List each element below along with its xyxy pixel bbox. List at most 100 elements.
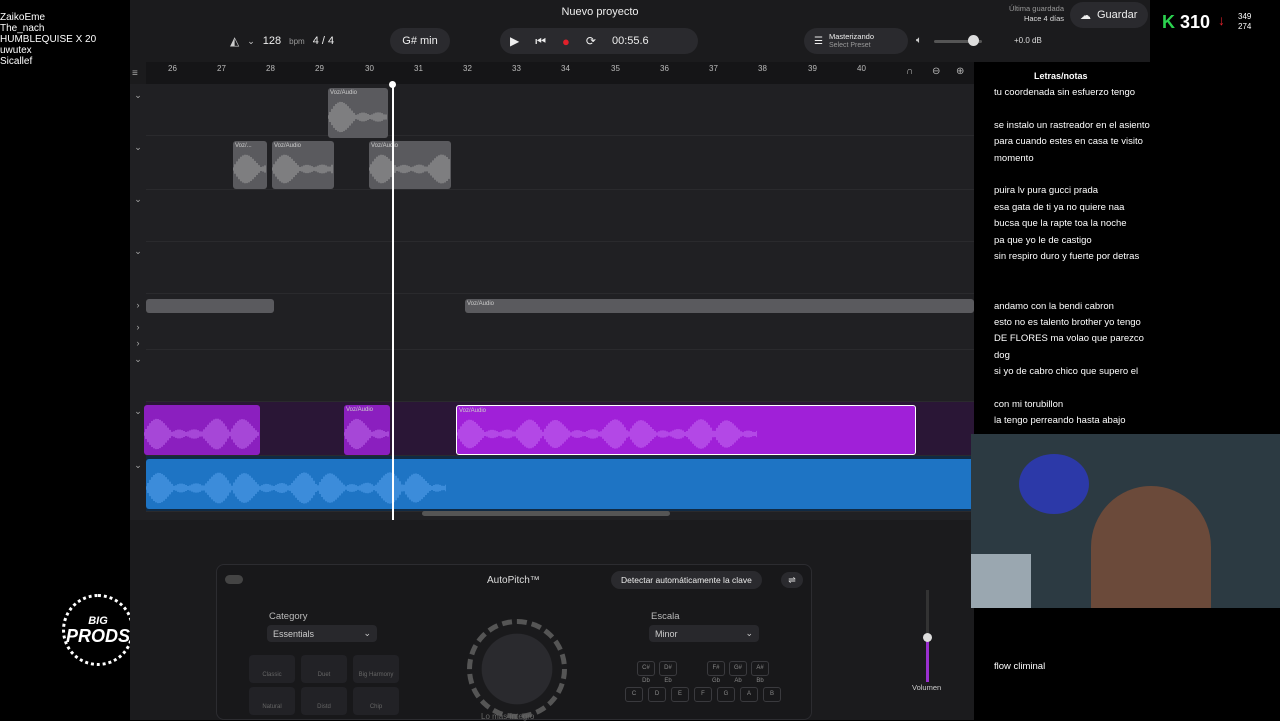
- loop-icon[interactable]: ⟳: [586, 34, 596, 48]
- metronome-icon[interactable]: ◭: [230, 34, 239, 48]
- preset-tile[interactable]: Classic: [249, 655, 295, 683]
- track-row[interactable]: [146, 84, 974, 136]
- track-expand-icon[interactable]: ⌄: [130, 354, 146, 365]
- track-row[interactable]: [146, 136, 974, 190]
- autopitch-title: AutoPitch™: [487, 575, 540, 586]
- ruler-mark: 29: [315, 64, 324, 73]
- chat-user: HUMBLEQUISE X 20: [0, 34, 97, 45]
- key-button[interactable]: D# Eb: [659, 661, 677, 684]
- kick-logo-icon: K: [1162, 12, 1175, 32]
- project-title: Nuevo proyecto: [561, 6, 639, 18]
- preset-tile[interactable]: Duet: [301, 655, 347, 683]
- vocal-clip-selected[interactable]: Voz/Audio: [456, 405, 916, 455]
- preset-tile[interactable]: Big Harmony: [353, 655, 399, 683]
- preset-tile[interactable]: Distd: [301, 687, 347, 715]
- audio-clip[interactable]: Voz/Audio: [272, 141, 334, 189]
- cloud-upload-icon: ☁: [1080, 9, 1091, 22]
- clip-label: Voz/Audio: [330, 90, 358, 96]
- key-button[interactable]: F# Gb: [707, 661, 725, 684]
- master-volume-handle[interactable]: [968, 35, 979, 46]
- settings-sliders-icon[interactable]: ⇌: [781, 572, 803, 588]
- category-select[interactable]: Essentials ⌄: [267, 625, 377, 642]
- clip-label: Voz/Audio: [467, 301, 495, 307]
- lyrics-title: Letras/notas: [1034, 71, 1088, 81]
- stream-overlay-left: ZaikoEme The_nach HUMBLEQUISE X 20 uwute…: [0, 0, 134, 720]
- bypass-toggle[interactable]: [225, 575, 243, 584]
- key-button[interactable]: D: [648, 687, 666, 702]
- ruler-mark: 39: [808, 64, 817, 73]
- key-button[interactable]: G: [717, 687, 735, 702]
- mastering-button[interactable]: ☰ Masterizando Select Preset: [804, 28, 908, 54]
- play-icon[interactable]: ▶: [510, 34, 519, 48]
- detect-key-label: Detectar automáticamente la clave: [621, 575, 752, 585]
- preset-tile[interactable]: Chip: [353, 687, 399, 715]
- track-collapse-icon[interactable]: ›: [130, 300, 146, 310]
- key-value: G# min: [402, 35, 438, 47]
- scale-select[interactable]: Minor ⌄: [649, 625, 759, 642]
- menu-icon[interactable]: ≡: [132, 68, 138, 79]
- detect-key-button[interactable]: Detectar automáticamente la clave: [611, 571, 762, 589]
- audio-clip-collapsed[interactable]: [146, 299, 274, 313]
- track-expand-icon[interactable]: ⌄: [130, 460, 146, 471]
- chat-user: The_nach: [0, 23, 45, 34]
- key-button[interactable]: E: [671, 687, 689, 702]
- magnet-icon[interactable]: ∩: [906, 66, 913, 77]
- key-button[interactable]: C# Db: [637, 661, 655, 684]
- track-expand-icon[interactable]: ⌄: [130, 90, 146, 101]
- key-button[interactable]: A# Bb: [751, 661, 769, 684]
- audio-clip[interactable]: Voz/Audio: [328, 88, 388, 138]
- autopitch-panel: AutoPitch™ Detectar automáticamente la c…: [216, 564, 812, 721]
- ruler-mark: 27: [217, 64, 226, 73]
- lyrics-panel[interactable]: Letras/notas tu coordenada sin esfuerzo …: [974, 62, 1150, 720]
- ruler-mark: 35: [611, 64, 620, 73]
- zoom-in-icon[interactable]: ⊕: [956, 66, 964, 77]
- track-row[interactable]: [146, 242, 974, 294]
- speaker-icon[interactable]: 🔈︎: [916, 35, 922, 46]
- track-row[interactable]: [146, 190, 974, 242]
- volume-fader-handle[interactable]: [923, 633, 932, 642]
- vocal-clip[interactable]: [144, 405, 260, 455]
- track-area[interactable]: ⌄ ⌄ ⌄ ⌄ › › › ⌄ ⌄ ⌄ Voz/Audio Voz/... Vo…: [130, 84, 974, 520]
- down-arrow-icon: ↓: [1218, 12, 1225, 28]
- key-button[interactable]: C: [625, 687, 643, 702]
- skip-back-icon[interactable]: ⏮: [535, 34, 546, 49]
- save-button[interactable]: ☁ Guardar: [1070, 2, 1148, 28]
- track-collapse-icon[interactable]: ›: [130, 338, 146, 348]
- track-expand-icon[interactable]: ⌄: [130, 142, 146, 153]
- timeline-ruler[interactable]: 26 27 28 29 30 31 32 33 34 35 36 37 38 3…: [146, 62, 974, 84]
- chevron-down-icon[interactable]: ⌄: [247, 36, 255, 47]
- key-selector[interactable]: G# min: [390, 28, 450, 54]
- track-collapse-icon[interactable]: ›: [130, 322, 146, 332]
- waveform: [457, 419, 757, 449]
- vocal-clip[interactable]: Voz/Audio: [344, 405, 390, 455]
- zoom-out-icon[interactable]: ⊖: [932, 66, 940, 77]
- bpm-value[interactable]: 128: [263, 35, 281, 47]
- beat-clip[interactable]: [146, 459, 974, 509]
- track-expand-icon[interactable]: ⌄: [130, 246, 146, 257]
- audio-clip-collapsed[interactable]: Voz/Audio: [465, 299, 974, 313]
- key-button[interactable]: B: [763, 687, 781, 702]
- lyric-line: puira lv pura gucci prada: [994, 185, 1099, 196]
- playhead-handle[interactable]: [389, 81, 396, 88]
- big-prods-logo: BIG PRODS: [62, 594, 134, 666]
- track-row[interactable]: [146, 350, 974, 402]
- lyric-line: se instalo un rastreador en el asiento: [994, 120, 1150, 131]
- save-label: Guardar: [1097, 9, 1138, 21]
- track-expand-icon[interactable]: ⌄: [130, 194, 146, 205]
- save-status: Última guardada Hace 4 días: [992, 4, 1064, 24]
- key-button[interactable]: F: [694, 687, 712, 702]
- preset-tile[interactable]: Natural: [249, 687, 295, 715]
- key-button[interactable]: A: [740, 687, 758, 702]
- chat-user: Sicallef: [0, 56, 33, 67]
- ruler-mark: 40: [857, 64, 866, 73]
- audio-clip[interactable]: Voz/Audio: [369, 141, 451, 189]
- clip-label: Voz/Audio: [274, 143, 302, 149]
- lyric-line: andamo con la bendi cabron: [994, 301, 1114, 312]
- horizontal-scrollbar[interactable]: [422, 511, 670, 516]
- key-button[interactable]: G# Ab: [729, 661, 747, 684]
- playhead[interactable]: [392, 84, 394, 520]
- pitch-knob[interactable]: [467, 619, 567, 719]
- time-signature[interactable]: 4 / 4: [313, 35, 334, 47]
- audio-clip[interactable]: Voz/...: [233, 141, 267, 189]
- record-icon[interactable]: ●: [562, 34, 570, 49]
